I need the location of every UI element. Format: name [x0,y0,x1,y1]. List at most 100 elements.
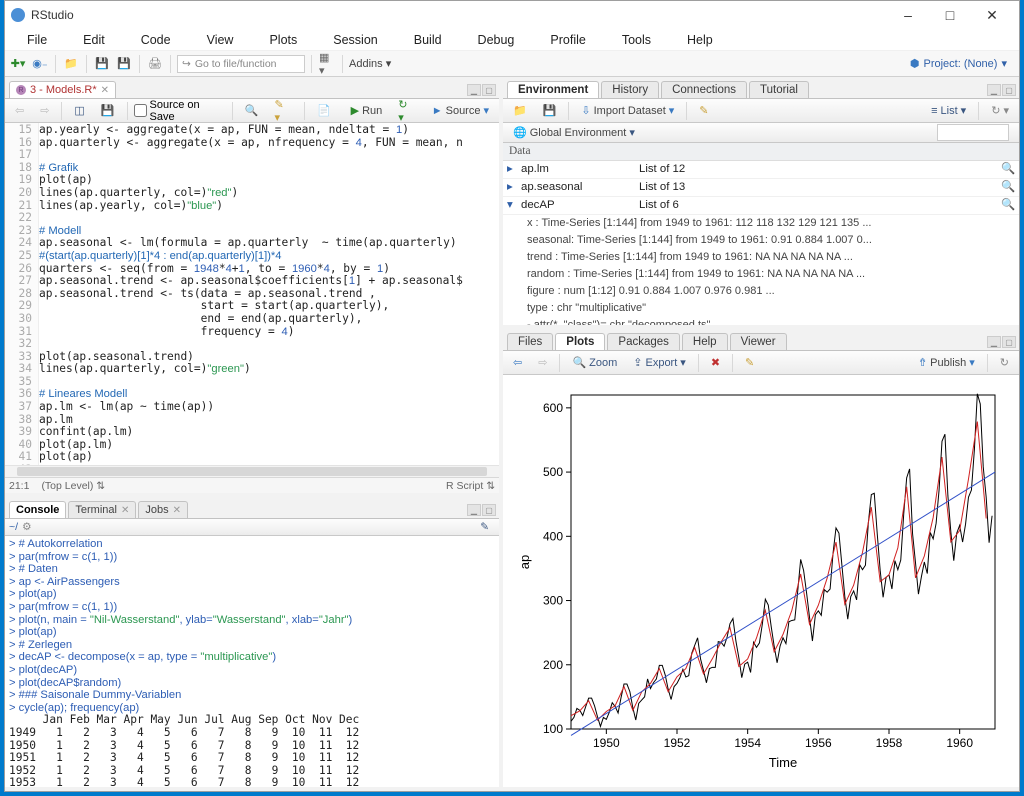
magnify-icon[interactable]: 🔍 [1001,179,1015,196]
minimize-pane-icon[interactable]: ▁ [467,84,481,96]
import-dataset-button[interactable]: ⇩ Import Dataset ▾ [575,102,680,119]
magnify-icon[interactable]: 🔍 [1001,197,1015,214]
tab-packages[interactable]: Packages [607,333,680,350]
tab-terminal[interactable]: Terminal ✕ [68,501,136,518]
magnify-icon[interactable]: 🔍 [1001,161,1015,178]
env-child-row: figure : num [1:12] 0.91 0.884 1.007 0.9… [503,283,1019,300]
menu-plots[interactable]: Plots [253,31,313,49]
save-icon[interactable]: 💾 [93,55,111,73]
report-icon[interactable]: 📄 [311,102,337,119]
tab-help[interactable]: Help [682,333,728,350]
minimize-pane-icon[interactable]: ▁ [987,336,1001,348]
minimize-pane-icon[interactable]: ▁ [987,84,1001,96]
clear-console-icon[interactable]: ✎ [474,519,495,535]
print-icon[interactable]: 🖨 [146,55,164,73]
source-on-save-checkbox[interactable]: Source on Save [134,99,226,123]
editor-hscrollbar[interactable] [5,465,499,477]
refresh-plot-icon[interactable]: ↻ [994,354,1015,371]
addins-dropdown[interactable]: Addins ▾ [349,57,391,70]
publish-button[interactable]: ⇮ Publish ▾ [912,354,981,371]
expand-icon[interactable]: ▸ [507,161,521,178]
clear-plots-icon[interactable]: ✎ [739,354,760,371]
env-row[interactable]: ▾decAPList of 6🔍 [503,197,1019,215]
tab-tutorial[interactable]: Tutorial [749,81,809,98]
goto-file-input[interactable]: ↪Go to file/function [177,55,305,73]
new-file-icon[interactable]: ✚▾ [9,55,27,73]
find-icon[interactable]: 🔍 [239,102,265,119]
plots-pane: Files Plots Packages Help Viewer ▁▢ ⇦ ⇨ … [503,329,1019,791]
back-icon[interactable]: ⇦ [9,102,30,119]
popout-icon[interactable]: ◫ [68,102,90,119]
env-search-input[interactable] [937,124,1009,141]
maximize-pane-icon[interactable]: ▢ [482,84,496,96]
expand-icon[interactable]: ▾ [507,197,521,214]
menu-code[interactable]: Code [125,31,187,49]
env-child-row: random : Time-Series [1:144] from 1949 t… [503,266,1019,283]
close-button[interactable]: ✕ [971,2,1013,28]
gutter: 15 16 17 18 19 20 21 22 23 24 25 26 27 2… [5,123,39,465]
plot-prev-icon[interactable]: ⇦ [507,354,528,371]
tab-history[interactable]: History [601,81,659,98]
console-tabstrip: Console Terminal ✕ Jobs ✕ ▁▢ [5,497,499,519]
env-scope-button[interactable]: 🌐 Global Environment ▾ [507,124,641,141]
env-row[interactable]: ▸ap.seasonalList of 13🔍 [503,179,1019,197]
save-workspace-icon[interactable]: 💾 [537,102,563,119]
code-editor[interactable]: 15 16 17 18 19 20 21 22 23 24 25 26 27 2… [5,123,499,465]
tab-plots[interactable]: Plots [555,333,605,350]
svg-text:200: 200 [543,658,563,672]
env-row[interactable]: ▸ap.lmList of 12🔍 [503,161,1019,179]
tab-files[interactable]: Files [507,333,553,350]
menu-debug[interactable]: Debug [462,31,531,49]
maximize-pane-icon[interactable]: ▢ [482,504,496,516]
maximize-pane-icon[interactable]: ▢ [1002,84,1016,96]
plot-next-icon[interactable]: ⇨ [532,354,553,371]
maximize-pane-icon[interactable]: ▢ [1002,336,1016,348]
forward-icon[interactable]: ⇨ [34,102,55,119]
project-selector[interactable]: ⬢Project: (None) ▾ [910,57,1007,70]
menu-file[interactable]: File [11,31,63,49]
tab-viewer[interactable]: Viewer [730,333,787,350]
refresh-icon[interactable]: ↻ ▾ [985,102,1015,119]
maximize-button[interactable]: □ [929,2,971,28]
source-tab[interactable]: R 3 - Models.R* ✕ [9,81,116,98]
open-file-icon[interactable]: 📁 [62,55,80,73]
minimize-pane-icon[interactable]: ▁ [467,504,481,516]
lang-indicator[interactable]: R Script ⇅ [446,480,495,492]
list-mode-button[interactable]: ≡ List ▾ [925,102,972,119]
menu-session[interactable]: Session [317,31,393,49]
menu-build[interactable]: Build [398,31,458,49]
close-tab-icon[interactable]: ✕ [101,85,109,96]
source-button[interactable]: ► Source ▾ [426,102,495,119]
r-file-icon: R [16,85,26,95]
tab-environment[interactable]: Environment [507,81,599,98]
wand-icon[interactable]: ✎ ▾ [269,96,298,126]
remove-plot-icon[interactable]: ✖ [705,354,726,371]
console-output[interactable]: > # Autokorrelation > par(mfrow = c(1, 1… [5,536,499,787]
svg-text:1952: 1952 [664,736,691,750]
tab-console[interactable]: Console [9,501,66,518]
menu-tools[interactable]: Tools [606,31,667,49]
save-icon[interactable]: 💾 [95,102,121,119]
minimize-button[interactable]: – [887,2,929,28]
console-options-icon[interactable]: ⚙ [22,521,31,533]
expand-icon[interactable]: ▸ [507,179,521,196]
menu-profile[interactable]: Profile [534,31,601,49]
load-workspace-icon[interactable]: 📁 [507,102,533,119]
run-button[interactable]: ▶ Run [345,102,389,119]
svg-text:100: 100 [543,722,563,736]
grid-icon[interactable]: ▦ ▾ [318,55,336,73]
menu-edit[interactable]: Edit [67,31,121,49]
new-project-icon[interactable]: ◉₋ [31,55,49,73]
rerun-icon[interactable]: ↻ ▾ [392,96,421,126]
save-all-icon[interactable]: 💾 [115,55,133,73]
tab-jobs[interactable]: Jobs ✕ [138,501,188,518]
zoom-button[interactable]: 🔍 Zoom [566,354,623,371]
menu-view[interactable]: View [191,31,250,49]
menu-help[interactable]: Help [671,31,729,49]
broom-icon[interactable]: ✎ [693,102,714,119]
export-button[interactable]: ⇪ Export ▾ [627,354,692,371]
tab-connections[interactable]: Connections [661,81,747,98]
titlebar[interactable]: RStudio – □ ✕ [5,1,1019,29]
plots-toolbar: ⇦ ⇨ 🔍 Zoom ⇪ Export ▾ ✖ ✎ ⇮ Publish ▾ ↻ [503,351,1019,375]
scope-selector[interactable]: (Top Level) ⇅ [41,480,105,492]
